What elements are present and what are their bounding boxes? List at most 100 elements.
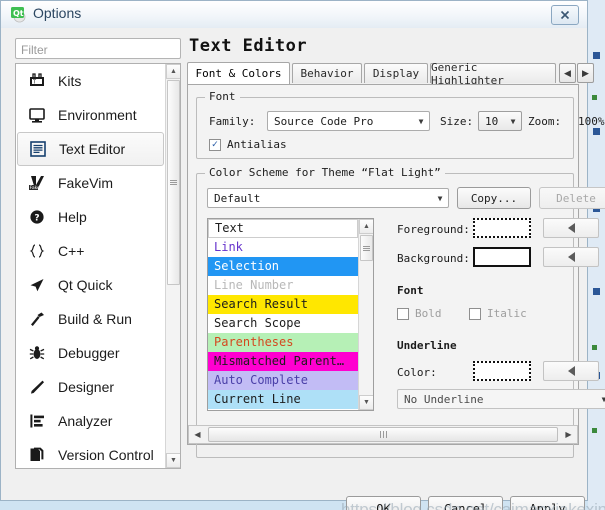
checkbox-box xyxy=(469,307,481,320)
color-scheme-legend: Color Scheme for Theme “Flat Light” xyxy=(205,166,445,179)
check-icon: ✓ xyxy=(211,139,219,149)
ok-button[interactable]: OK xyxy=(346,496,421,510)
sidebar-item-label: Version Control xyxy=(58,447,154,463)
chevron-down-icon: ▼ xyxy=(437,193,443,203)
tab-font-and-colors[interactable]: Font & Colors xyxy=(187,62,290,84)
sidebar-item-build-and-run[interactable]: Build & Run xyxy=(16,302,166,336)
font-size-combobox[interactable]: 10 ▼ xyxy=(478,111,522,131)
chevron-down-icon: ▼ xyxy=(510,116,516,126)
scheme-list-item[interactable]: Link xyxy=(208,238,358,257)
sidebar-scrollbar[interactable]: ▲ ▼ xyxy=(165,64,180,468)
scroll-up-icon[interactable]: ▲ xyxy=(359,219,373,234)
category-sidebar: T Kits Environment Text Editor Fake Fake… xyxy=(15,63,181,469)
delete-button[interactable]: Delete xyxy=(539,187,605,209)
sidebar-item-cpp[interactable]: C++ xyxy=(16,234,166,268)
checkbox-box xyxy=(397,307,409,320)
sidebar-item-label: C++ xyxy=(58,243,85,259)
tab-label: Generic Highlighter xyxy=(431,60,504,87)
analyzer-chart-icon xyxy=(26,411,48,431)
foreground-label: Foreground: xyxy=(397,223,470,236)
screen: Qt Options Text Editor xyxy=(0,0,605,510)
foreground-color-swatch[interactable] xyxy=(473,218,531,238)
scroll-up-icon[interactable]: ▲ xyxy=(166,64,180,79)
sidebar-item-text-editor[interactable]: Text Editor xyxy=(17,132,164,166)
sidebar-item-analyzer[interactable]: Analyzer xyxy=(16,404,166,438)
scheme-list-item[interactable]: Text xyxy=(208,219,358,238)
color-scheme-list[interactable]: Text Link Selection Line Number Search Resul… xyxy=(207,218,374,411)
sidebar-item-environment[interactable]: Environment xyxy=(16,98,166,132)
copy-button-label: Copy... xyxy=(470,191,518,205)
zoom-value-field[interactable]: 100% xyxy=(573,111,605,131)
bug-icon xyxy=(26,343,48,363)
tab-scroll-left-icon[interactable]: ◀ xyxy=(559,63,576,83)
tab-display[interactable]: Display xyxy=(364,63,428,83)
scheme-list-item[interactable]: Parentheses xyxy=(208,333,358,352)
sidebar-item-debugger[interactable]: Debugger xyxy=(16,336,166,370)
scheme-list-item[interactable]: Mismatched Parent… xyxy=(208,352,358,371)
background-color-picker-button[interactable] xyxy=(543,247,599,267)
bold-label: Bold xyxy=(415,307,442,320)
cancel-button[interactable]: Cancel xyxy=(428,496,503,510)
checkbox-box: ✓ xyxy=(209,138,221,151)
sidebar-item-kits[interactable]: T Kits xyxy=(16,64,166,98)
hscroll-thumb[interactable] xyxy=(208,427,558,442)
bold-checkbox[interactable]: Bold xyxy=(397,307,442,320)
scheme-list-item[interactable]: Line Number xyxy=(208,276,358,295)
scheme-list-item[interactable]: Auto Complete xyxy=(208,371,358,390)
color-scheme-combobox[interactable]: Default ▼ xyxy=(207,188,449,208)
italic-label: Italic xyxy=(487,307,527,320)
scheme-list-item[interactable]: Search Result xyxy=(208,295,358,314)
sidebar-item-designer[interactable]: Designer xyxy=(16,370,166,404)
background-color-swatch[interactable] xyxy=(473,247,531,267)
filter-input[interactable] xyxy=(15,38,181,59)
scroll-left-icon[interactable]: ◀ xyxy=(189,426,206,443)
scroll-down-icon[interactable]: ▼ xyxy=(166,453,180,468)
underline-color-picker-button[interactable] xyxy=(543,361,599,381)
copy-button[interactable]: Copy... xyxy=(457,187,531,209)
close-icon[interactable] xyxy=(551,5,579,25)
underline-section-label: Underline xyxy=(397,339,457,352)
apply-button[interactable]: Apply xyxy=(510,496,585,510)
sidebar-item-label: Kits xyxy=(58,73,82,89)
apply-button-label: Apply xyxy=(529,501,566,510)
sidebar-item-help[interactable]: ? Help xyxy=(16,200,166,234)
font-section-label: Font xyxy=(397,284,424,297)
underline-color-swatch[interactable] xyxy=(473,361,531,381)
settings-panel: Font & Colors Behavior Display Generic H… xyxy=(187,61,605,469)
underline-style-combobox[interactable]: No Underline ▼ xyxy=(397,389,605,409)
sidebar-item-qt-quick[interactable]: Qt Quick xyxy=(16,268,166,302)
hammer-icon xyxy=(26,309,48,329)
tab-page-font-and-colors: Font Family: Source Code Pro ▼ Size: 10 … xyxy=(187,84,605,458)
sidebar-item-version-control[interactable]: Version Control xyxy=(16,438,166,468)
scheme-list-scrollbar[interactable]: ▲ ▼ xyxy=(358,219,373,410)
scroll-down-icon[interactable]: ▼ xyxy=(359,395,373,410)
underline-color-label: Color: xyxy=(397,366,437,379)
font-family-value: Source Code Pro xyxy=(274,114,374,128)
scrollbar-thumb[interactable] xyxy=(360,235,373,261)
color-scheme-list-inner: Text Link Selection Line Number Search Resul… xyxy=(208,219,358,409)
sidebar-item-label: Designer xyxy=(58,379,115,395)
triangle-left-icon xyxy=(567,223,575,233)
scheme-list-item[interactable]: Selection xyxy=(208,257,358,276)
hscroll-track[interactable] xyxy=(206,426,560,443)
scheme-list-item[interactable]: Search Scope xyxy=(208,314,358,333)
scroll-right-icon[interactable]: ▶ xyxy=(560,426,577,443)
text-editor-icon xyxy=(27,139,49,159)
help-question-icon: ? xyxy=(26,207,48,227)
triangle-left-icon xyxy=(567,252,575,262)
sidebar-item-label: Text Editor xyxy=(59,141,126,157)
antialias-checkbox[interactable]: ✓ Antialias xyxy=(209,138,287,151)
tab-behavior[interactable]: Behavior xyxy=(292,63,362,83)
panel-horizontal-scrollbar[interactable]: ◀ ▶ xyxy=(188,425,578,444)
sidebar-item-fakevim[interactable]: Fake FakeVim xyxy=(16,166,166,200)
italic-checkbox[interactable]: Italic xyxy=(469,307,527,320)
tab-generic-highlighter[interactable]: Generic Highlighter xyxy=(430,61,556,87)
zoom-label: Zoom: xyxy=(528,115,562,128)
tab-scroll-right-icon[interactable]: ▶ xyxy=(577,63,594,83)
foreground-color-picker-button[interactable] xyxy=(543,218,599,238)
scrollbar-thumb[interactable] xyxy=(167,80,180,285)
sidebar-item-label: Help xyxy=(58,209,87,225)
font-family-combobox[interactable]: Source Code Pro ▼ xyxy=(267,111,430,131)
grip-icon xyxy=(379,431,387,438)
scheme-list-item[interactable]: Current Line xyxy=(208,390,358,409)
